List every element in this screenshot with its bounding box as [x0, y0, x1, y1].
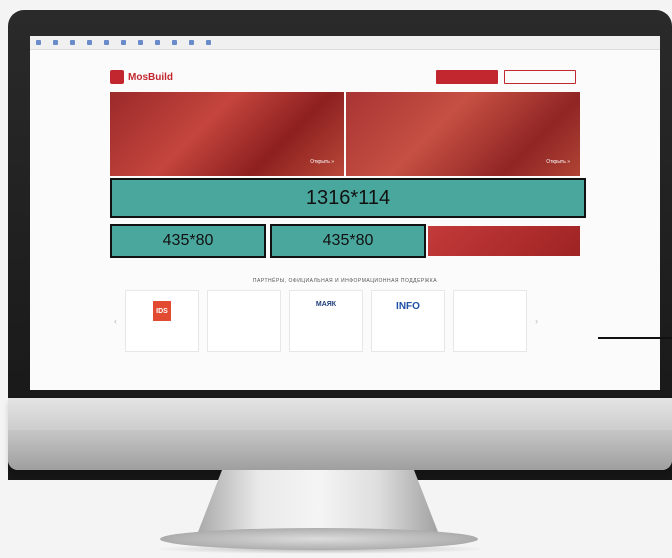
screen: MosBuild Открыть » Открыть » 1316*114 43… — [30, 36, 660, 390]
bookmarks-bar — [30, 36, 660, 50]
carousel-next-icon[interactable]: › — [535, 316, 538, 326]
bookmark-item[interactable] — [53, 40, 60, 45]
bookmark-item[interactable] — [172, 40, 179, 45]
logo-mark-icon — [110, 70, 124, 84]
site-header: MosBuild — [110, 66, 580, 88]
partner-card[interactable]: INFO — [371, 290, 445, 352]
partners-heading: ПАРТНЁРЫ, ОФИЦИАЛЬНАЯ И ИНФОРМАЦИОННАЯ П… — [252, 278, 438, 284]
bookmark-icon — [53, 40, 58, 45]
partners-carousel: ‹ IDS МАЯК INFO › — [114, 290, 574, 352]
bookmark-icon — [138, 40, 143, 45]
bookmark-item[interactable] — [206, 40, 213, 45]
bookmark-item[interactable] — [36, 40, 43, 45]
bookmark-icon — [70, 40, 75, 45]
site-logo[interactable]: MosBuild — [110, 70, 173, 84]
secondary-header-button[interactable] — [504, 70, 576, 84]
partner-logo: МАЯК — [315, 301, 337, 308]
carousel-prev-icon[interactable]: ‹ — [114, 316, 117, 326]
monitor-stand-neck — [198, 470, 438, 532]
bookmark-icon — [87, 40, 92, 45]
logo-text: MosBuild — [128, 71, 173, 83]
monitor-stand-base — [160, 528, 478, 550]
bookmark-icon — [172, 40, 177, 45]
partner-card[interactable]: IDS — [125, 290, 199, 352]
bookmark-icon — [121, 40, 126, 45]
partner-card[interactable] — [453, 290, 527, 352]
promo-banner[interactable] — [428, 226, 580, 256]
bookmark-icon — [206, 40, 211, 45]
monitor-chin-shadow — [8, 430, 672, 470]
partner-card[interactable] — [207, 290, 281, 352]
bookmark-icon — [36, 40, 41, 45]
banner-open-link[interactable]: Открыть » — [546, 159, 570, 166]
primary-header-button[interactable] — [436, 70, 498, 84]
partner-logo: INFO — [396, 301, 420, 312]
top-notice — [114, 54, 594, 62]
bookmark-item[interactable] — [87, 40, 94, 45]
bookmark-item[interactable] — [155, 40, 162, 45]
bookmark-item[interactable] — [189, 40, 196, 45]
bookmark-icon — [104, 40, 109, 45]
hero-banner-left[interactable]: Открыть » — [110, 92, 344, 176]
bookmark-icon — [189, 40, 194, 45]
ad-placeholder-large: 1316*114 — [110, 178, 586, 218]
bookmark-icon — [155, 40, 160, 45]
bookmark-item[interactable] — [138, 40, 145, 45]
annotation-pointer-line — [598, 337, 672, 339]
bookmark-item[interactable] — [104, 40, 111, 45]
ad-placeholder-small: 435*80 — [110, 224, 266, 258]
hero-banner-right[interactable]: Открыть » — [346, 92, 580, 176]
partner-card[interactable]: МАЯК — [289, 290, 363, 352]
partner-logo: IDS — [153, 301, 171, 321]
banner-open-link[interactable]: Открыть » — [310, 159, 334, 166]
bookmark-item[interactable] — [121, 40, 128, 45]
ad-placeholder-small: 435*80 — [270, 224, 426, 258]
bookmark-item[interactable] — [70, 40, 77, 45]
